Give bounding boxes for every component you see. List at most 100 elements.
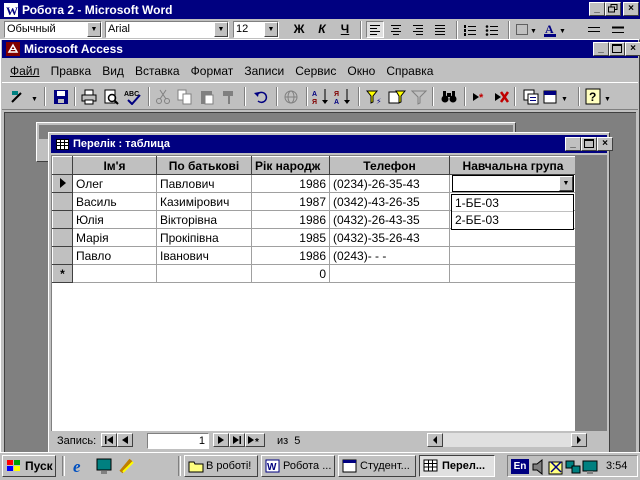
find-binoculars-icon[interactable] [438, 86, 460, 107]
save-icon[interactable] [50, 86, 72, 107]
cell-name[interactable]: Павло [72, 246, 157, 265]
cell-birth-year[interactable]: 1986 [251, 210, 330, 229]
cell-name[interactable]: Марія [72, 228, 157, 247]
record-selector[interactable] [52, 210, 73, 229]
new-object-icon[interactable]: ▼ [542, 86, 574, 107]
cell-phone[interactable] [329, 264, 450, 283]
table-row[interactable]: Павло Іванович 1986 (0243)- - - [52, 246, 577, 265]
numbering-icon[interactable] [462, 22, 480, 39]
print-icon[interactable] [78, 86, 100, 107]
column-header-birth-year[interactable]: Рік народж [251, 156, 330, 175]
borders-icon[interactable]: ▼ [514, 22, 538, 39]
record-selector[interactable] [52, 228, 73, 247]
channels-icon[interactable] [118, 457, 136, 475]
cell-phone[interactable]: (0432)-26-43-35 [329, 210, 450, 229]
record-selector[interactable] [52, 246, 73, 265]
column-header-phone[interactable]: Телефон [329, 156, 450, 175]
font-size-select[interactable]: 12 ▼ [233, 21, 279, 38]
table-row[interactable]: Олег Павлович 1986 (0234)-26-35-43 ▼ [52, 174, 577, 193]
column-header-name[interactable]: Ім'я [72, 156, 157, 175]
align-right-icon[interactable] [410, 22, 428, 39]
menu-format[interactable]: Формат [187, 62, 238, 80]
cell-patronymic[interactable]: Павлович [156, 174, 252, 193]
menu-file[interactable]: Файл [6, 62, 44, 80]
new-record-marker[interactable]: * [52, 264, 73, 283]
cell-birth-year[interactable]: 1986 [251, 174, 330, 193]
font-color-icon[interactable]: A ▼ [542, 22, 568, 39]
next-record-button[interactable] [213, 433, 229, 447]
scroll-right-button[interactable] [571, 433, 587, 447]
chevron-down-icon[interactable]: ▼ [87, 22, 101, 37]
cell-phone[interactable]: (0243)- - - [329, 246, 450, 265]
column-header-study-group[interactable]: Навчальна група [449, 156, 577, 175]
combobox-dropdown-button[interactable]: ▼ [559, 176, 573, 191]
word-restore-button[interactable] [605, 2, 621, 16]
undo-icon[interactable] [250, 86, 272, 107]
cell-patronymic[interactable]: Вікторівна [156, 210, 252, 229]
hyperlink-icon[interactable] [280, 86, 302, 107]
cell-study-group[interactable] [449, 264, 577, 283]
cell-birth-year[interactable]: 1987 [251, 192, 330, 211]
menu-window[interactable]: Окно [343, 62, 379, 80]
chevron-down-icon[interactable]: ▼ [264, 22, 278, 37]
record-number-input[interactable]: 1 [147, 433, 209, 449]
cell-patronymic[interactable]: Казимірович [156, 192, 252, 211]
word-close-button[interactable]: × [623, 2, 639, 16]
menu-help[interactable]: Справка [382, 62, 437, 80]
line-style-icon[interactable] [586, 22, 604, 39]
cell-patronymic[interactable]: Прокіпівна [156, 228, 252, 247]
sort-descending-icon[interactable]: ЯA [332, 86, 354, 107]
dropdown-option[interactable]: 1-БЕ-03 [452, 195, 573, 212]
cell-name[interactable]: Олег [72, 174, 157, 193]
record-selector-current[interactable] [52, 174, 73, 193]
menu-edit[interactable]: Правка [47, 62, 96, 80]
table-minimize-button[interactable]: _ [565, 137, 581, 151]
cell-name[interactable] [72, 264, 157, 283]
new-record-icon[interactable]: * [468, 86, 490, 107]
cell-study-group-active[interactable]: ▼ [449, 174, 577, 193]
bullets-icon[interactable] [484, 22, 502, 39]
menu-records[interactable]: Записи [240, 62, 288, 80]
italic-button[interactable]: К [313, 22, 331, 36]
paste-icon[interactable] [196, 86, 218, 107]
cell-phone[interactable]: (0234)-26-35-43 [329, 174, 450, 193]
sort-ascending-icon[interactable]: AЯ [310, 86, 332, 107]
table-close-button[interactable]: × [597, 137, 613, 151]
line-weight-icon[interactable] [610, 22, 628, 39]
access-maximize-button[interactable] [609, 42, 625, 56]
column-header-patronymic[interactable]: По батькові [156, 156, 252, 175]
menu-tools[interactable]: Сервис [291, 62, 340, 80]
first-record-button[interactable] [101, 433, 117, 447]
scroll-left-button[interactable] [427, 433, 443, 447]
underline-button[interactable]: Ч [336, 22, 354, 36]
record-selector[interactable] [52, 192, 73, 211]
cell-phone[interactable]: (0432)-35-26-43 [329, 228, 450, 247]
access-minimize-button[interactable]: _ [593, 42, 609, 56]
cell-birth-year[interactable]: 1986 [251, 246, 330, 265]
language-indicator[interactable]: En [511, 459, 529, 474]
select-all-corner[interactable] [52, 156, 73, 175]
spelling-icon[interactable]: ABC [122, 86, 144, 107]
dropdown-option[interactable]: 2-БЕ-03 [452, 212, 573, 229]
taskbar-button-folder[interactable]: В роботі! [184, 455, 258, 477]
print-preview-icon[interactable] [100, 86, 122, 107]
chevron-down-icon[interactable]: ▼ [214, 22, 228, 37]
copy-icon[interactable] [174, 86, 196, 107]
apply-filter-icon[interactable] [408, 86, 430, 107]
align-center-icon[interactable] [388, 22, 406, 39]
cell-study-group[interactable] [449, 228, 577, 247]
help-icon[interactable]: ? ▼ [584, 86, 616, 107]
cell-name[interactable]: Юлія [72, 210, 157, 229]
menu-view[interactable]: Вид [98, 62, 128, 80]
start-button[interactable]: Пуск [2, 455, 56, 477]
cell-birth-year[interactable]: 1985 [251, 228, 330, 247]
taskbar-button-word[interactable]: W Робота ... [261, 455, 335, 477]
menu-insert[interactable]: Вставка [131, 62, 184, 80]
cell-study-group[interactable] [449, 246, 577, 265]
style-select[interactable]: Обычный ▼ [4, 21, 102, 38]
new-record-nav-button[interactable]: * [245, 433, 265, 447]
bold-button[interactable]: Ж [290, 22, 308, 36]
display-icon[interactable] [582, 459, 598, 475]
network-icon[interactable] [565, 459, 581, 475]
word-minimize-button[interactable]: _ [589, 2, 605, 16]
